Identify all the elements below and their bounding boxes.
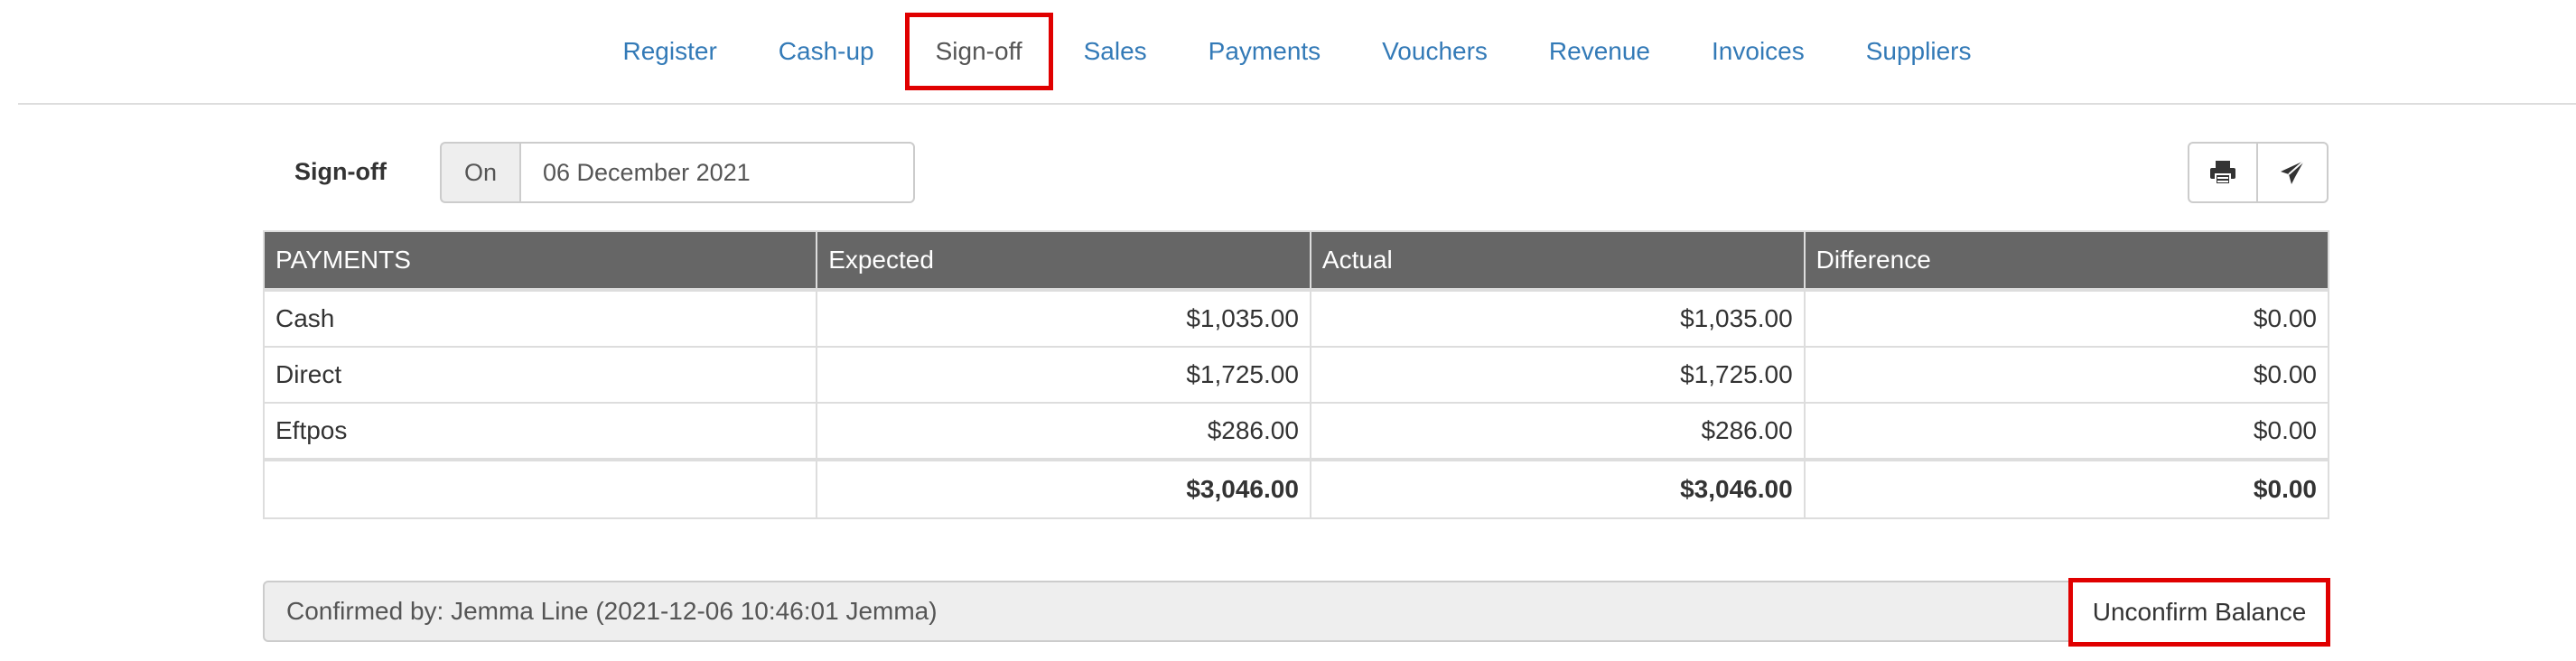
payments-table: PAYMENTS Expected Actual Difference Cash… xyxy=(262,230,2330,519)
table-total-row: $3,046.00 $3,046.00 $0.00 xyxy=(262,458,2330,519)
cell-actual: $286.00 xyxy=(1309,402,1806,461)
cell-actual: $1,725.00 xyxy=(1309,346,1806,404)
tab-cash-up[interactable]: Cash-up xyxy=(748,13,905,90)
cell-method: Direct xyxy=(262,346,818,404)
tab-payments[interactable]: Payments xyxy=(1178,13,1352,90)
date-addon-on: On xyxy=(440,142,519,203)
cell-expected: $1,725.00 xyxy=(816,346,1311,404)
table-row: Cash $1,035.00 $1,035.00 $0.00 xyxy=(262,289,2330,348)
tab-vouchers[interactable]: Vouchers xyxy=(1351,13,1518,90)
tab-suppliers[interactable]: Suppliers xyxy=(1835,13,2002,90)
tab-invoices[interactable]: Invoices xyxy=(1681,13,1835,90)
table-header-row: PAYMENTS Expected Actual Difference xyxy=(262,230,2330,292)
tab-revenue[interactable]: Revenue xyxy=(1518,13,1681,90)
unconfirm-balance-button[interactable]: Unconfirm Balance xyxy=(2068,578,2330,647)
confirmed-by-text: Confirmed by: Jemma Line (2021-12-06 10:… xyxy=(286,597,938,625)
cell-difference: $0.00 xyxy=(1803,289,2330,348)
signoff-date-input[interactable]: 06 December 2021 xyxy=(519,142,915,203)
table-row: Direct $1,725.00 $1,725.00 $0.00 xyxy=(262,346,2330,404)
header-actual: Actual xyxy=(1309,230,1806,292)
total-method xyxy=(262,458,818,519)
top-nav: Register Cash-up Sign-off Sales Payments… xyxy=(18,0,2576,105)
header-payments: PAYMENTS xyxy=(262,230,818,292)
tab-sales[interactable]: Sales xyxy=(1053,13,1178,90)
cell-method: Cash xyxy=(262,289,818,348)
header-expected: Expected xyxy=(816,230,1311,292)
total-difference: $0.00 xyxy=(1803,458,2330,519)
print-icon xyxy=(2210,161,2235,185)
tab-sign-off[interactable]: Sign-off xyxy=(904,13,1053,90)
action-button-group xyxy=(2188,142,2329,203)
cell-difference: $0.00 xyxy=(1803,402,2330,461)
total-actual: $3,046.00 xyxy=(1309,458,1806,519)
cell-expected: $1,035.00 xyxy=(816,289,1311,348)
paper-plane-icon xyxy=(2281,160,2305,184)
cell-method: Eftpos xyxy=(262,402,818,461)
cell-difference: $0.00 xyxy=(1803,346,2330,404)
tab-register[interactable]: Register xyxy=(593,13,748,90)
signoff-label: Sign-off xyxy=(294,158,387,185)
cell-expected: $286.00 xyxy=(816,402,1311,461)
signoff-date-group: On 06 December 2021 xyxy=(440,142,915,203)
header-difference: Difference xyxy=(1803,230,2330,292)
total-expected: $3,046.00 xyxy=(816,458,1311,519)
print-button[interactable] xyxy=(2188,142,2258,203)
confirmation-bar: Confirmed by: Jemma Line (2021-12-06 10:… xyxy=(263,581,2329,642)
send-button[interactable] xyxy=(2258,142,2329,203)
table-row: Eftpos $286.00 $286.00 $0.00 xyxy=(262,402,2330,461)
nav-tabs: Register Cash-up Sign-off Sales Payments… xyxy=(18,0,2576,103)
cell-actual: $1,035.00 xyxy=(1309,289,1806,348)
